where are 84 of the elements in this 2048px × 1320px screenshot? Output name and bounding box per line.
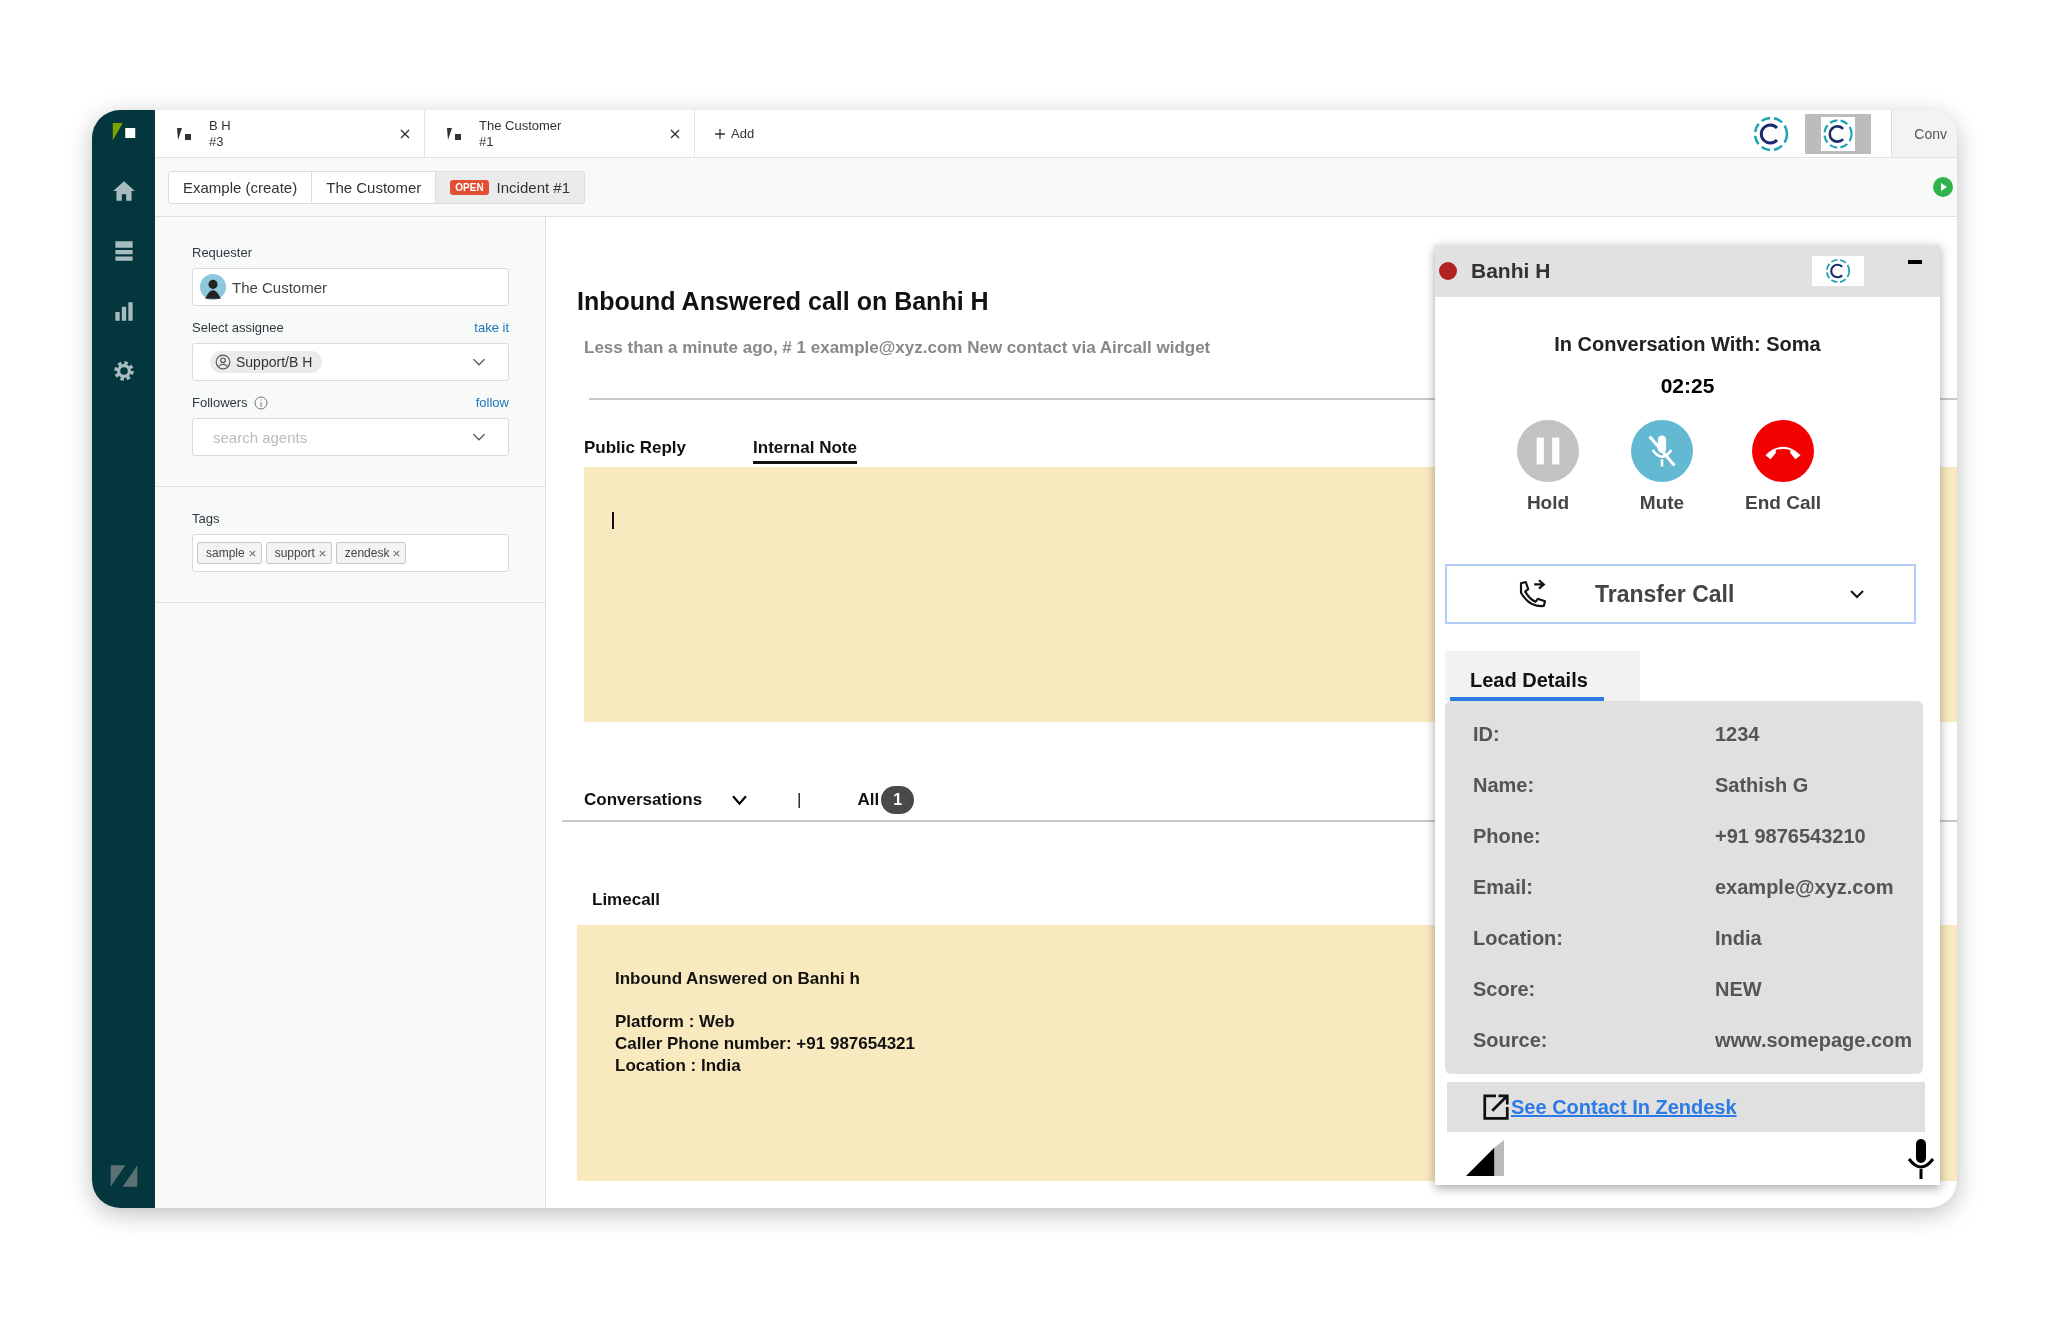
- assignee-dropdown[interactable]: Support/B H: [192, 343, 509, 381]
- separator: |: [797, 790, 802, 810]
- lead-field-label: Source:: [1473, 1029, 1549, 1052]
- signal-icon: [1465, 1139, 1505, 1178]
- count-badge: 1: [881, 786, 915, 814]
- remove-icon[interactable]: [317, 548, 327, 558]
- app-logo-icon: [1821, 116, 1856, 151]
- chevron-down-icon[interactable]: [732, 794, 748, 806]
- assignee-pill: Support/B H: [210, 351, 323, 373]
- user-icon: [215, 354, 231, 370]
- muted-microphone-icon: [1631, 420, 1693, 482]
- ticket-title: Inbound Answered call on Banhi H: [577, 287, 990, 316]
- remove-icon[interactable]: [247, 548, 257, 558]
- event-line: Platform : Web: [615, 1011, 735, 1033]
- take-it-link[interactable]: take it: [474, 320, 509, 335]
- reply-tab[interactable]: Internal Note: [753, 438, 857, 464]
- tag[interactable]: support: [265, 542, 332, 564]
- text-cursor: [612, 512, 614, 529]
- all-filter[interactable]: All: [857, 790, 882, 810]
- avatar-icon: [200, 274, 226, 300]
- conversation-status: In Conversation With: Soma: [1553, 333, 1822, 356]
- field-label: Select assignee: [192, 320, 284, 335]
- lead-field-label: Location:: [1473, 927, 1564, 950]
- lead-field-label: ID:: [1473, 723, 1501, 746]
- remove-icon[interactable]: [392, 548, 402, 558]
- microphone-icon[interactable]: [1906, 1138, 1936, 1179]
- field-label: Requester: [192, 245, 253, 260]
- breadcrumb[interactable]: The Customer: [312, 171, 437, 203]
- call-timer: 02:25: [1659, 374, 1716, 398]
- close-icon[interactable]: [400, 128, 410, 139]
- tag[interactable]: zendesk: [335, 542, 407, 564]
- chevron-down-icon: [472, 432, 486, 442]
- play-icon[interactable]: [1933, 177, 1953, 197]
- tab-title: B H: [209, 117, 232, 134]
- close-icon[interactable]: [670, 128, 680, 139]
- lead-field-label: Email:: [1473, 876, 1535, 899]
- tab-number: #3: [209, 133, 225, 150]
- call-control-button[interactable]: Hold: [1517, 420, 1579, 514]
- event-heading: Inbound Answered on Banhi h: [615, 969, 860, 989]
- breadcrumb[interactable]: OPEN Incident #1: [436, 171, 584, 203]
- event-source: Limecall: [592, 890, 661, 910]
- followers-search-field[interactable]: search agents: [200, 427, 466, 447]
- field-label: Tags: [192, 511, 221, 526]
- lead-field-value: 1234: [1715, 723, 1760, 746]
- status-badge: OPEN: [450, 179, 489, 195]
- info-icon: [253, 396, 268, 410]
- transfer-call-dropdown[interactable]: Transfer Call: [1445, 564, 1916, 624]
- event-line: Location : India: [615, 1055, 741, 1077]
- field-label: Followers: [192, 395, 248, 410]
- followers-dropdown[interactable]: search agents: [192, 418, 509, 456]
- lead-field-value: +91 9876543210: [1715, 825, 1866, 848]
- call-control-button[interactable]: End Call: [1745, 420, 1821, 514]
- ticket-meta: Less than a minute ago, # 1 example@xyz.com New contact via Aircall widget: [584, 338, 1211, 358]
- lead-field-value: example@xyz.com: [1715, 876, 1894, 899]
- pause-icon: [1517, 420, 1579, 482]
- lead-field-value: Sathish G: [1715, 774, 1809, 797]
- tab-number: #1: [479, 133, 495, 150]
- chevron-down-icon: [472, 357, 486, 367]
- lead-field-label: Name:: [1473, 774, 1536, 797]
- conversations-filter[interactable]: Conversations: [584, 790, 703, 810]
- lead-field-label: Phone:: [1473, 825, 1542, 848]
- app-logo-button[interactable]: [1812, 256, 1864, 286]
- lead-field-value: NEW: [1715, 978, 1762, 1001]
- agent-name: Banhi H: [1471, 259, 1551, 283]
- tab-title: The Customer: [479, 117, 563, 134]
- tag[interactable]: sample: [197, 542, 262, 564]
- hang-up-icon: [1752, 420, 1814, 482]
- tags-field[interactable]: sample support zendesk: [192, 534, 509, 572]
- breadcrumb[interactable]: Example (create): [169, 171, 313, 203]
- app-logo-button[interactable]: [1805, 113, 1872, 154]
- chevron-down-icon: [1850, 589, 1864, 599]
- apps-tab[interactable]: Conv: [1891, 110, 1957, 157]
- reply-tab[interactable]: Public Reply: [584, 438, 687, 464]
- requester-field[interactable]: The Customer: [192, 268, 509, 306]
- event-line: Caller Phone number: +91 987654321: [615, 1033, 915, 1055]
- status-dot: [1439, 262, 1457, 280]
- plus-icon: [715, 128, 725, 139]
- lead-field-label: Score:: [1473, 978, 1537, 1001]
- follow-link[interactable]: follow: [475, 395, 509, 410]
- lead-field-value: India: [1715, 927, 1762, 950]
- call-control-button[interactable]: Mute: [1631, 420, 1693, 514]
- lead-field-value: www.somepage.com: [1715, 1029, 1913, 1052]
- external-link-icon[interactable]: [1481, 1092, 1511, 1122]
- app-logo-icon: [1824, 257, 1852, 285]
